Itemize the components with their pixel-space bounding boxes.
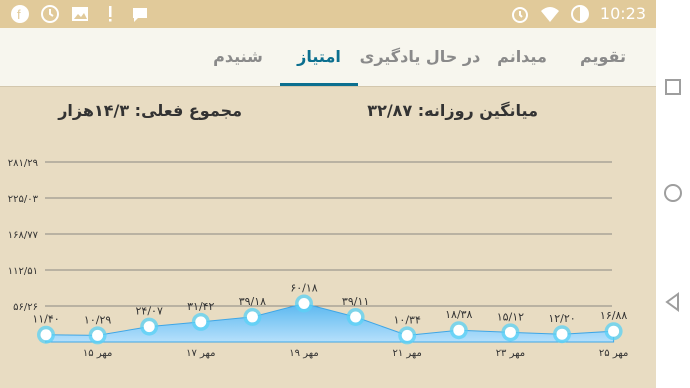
tab-know[interactable]: میدانم xyxy=(482,28,562,86)
data-label: ۱۵/۱۲ xyxy=(497,310,524,323)
navigation-bar xyxy=(656,0,690,388)
y-tick-label: ۵۶/۲۶ xyxy=(13,302,38,313)
data-label: ۱۶/۸۸ xyxy=(600,309,627,322)
data-label: ۲۴/۰۷ xyxy=(136,305,163,318)
tab-label: امتیاز xyxy=(297,47,341,66)
data-point xyxy=(40,329,52,341)
data-label: ۱۸/۳۸ xyxy=(445,308,472,321)
y-tick-label: ۲۸۱/۲۹ xyxy=(8,158,38,169)
x-tick-label: ۱۵ مهر xyxy=(83,348,112,359)
score-area xyxy=(45,302,615,343)
status-bar: f 10:23 xyxy=(0,0,656,28)
facebook-icon: f xyxy=(11,5,29,23)
y-tick-label: ۱۶۸/۷۷ xyxy=(8,230,39,241)
tab-calendar[interactable]: تقویم xyxy=(560,28,646,86)
tab-label: میدانم xyxy=(497,47,547,66)
data-point xyxy=(504,326,516,338)
image-icon xyxy=(72,7,88,21)
y-tick-label: ۱۱۲/۵۱ xyxy=(8,266,38,277)
data-label: ۳۹/۱۱ xyxy=(342,295,369,308)
data-label: ۳۹/۱۸ xyxy=(239,295,266,308)
tab-label: تقویم xyxy=(579,47,627,66)
data-label: ۱۲/۲۰ xyxy=(548,312,575,325)
tab-label: در حال یادگیری xyxy=(359,47,481,66)
tab-bar: تقویم میدانم در حال یادگیری امتیاز شنیدم xyxy=(0,28,656,87)
data-point xyxy=(350,311,362,323)
tab-label: شنیدم xyxy=(213,47,263,66)
data-point xyxy=(195,316,207,328)
tab-score[interactable]: امتیاز xyxy=(280,28,358,86)
x-tick-label: ۱۹ مهر xyxy=(289,348,318,359)
wifi-icon xyxy=(540,7,559,22)
y-tick-label: ۲۲۵/۰۳ xyxy=(8,194,39,205)
status-bar-right-icons: 10:23 xyxy=(510,4,646,24)
back-icon[interactable] xyxy=(663,292,683,312)
alarm-icon xyxy=(511,7,528,23)
x-tick-label: ۲۱ مهر xyxy=(392,348,421,359)
status-bar-left-icons: f xyxy=(10,4,150,24)
svg-text:f: f xyxy=(17,7,21,22)
tab-learning[interactable]: در حال یادگیری xyxy=(358,28,482,86)
x-tick-label: ۲۳ مهر xyxy=(496,348,525,359)
data-label: ۶۰/۱۸ xyxy=(290,281,317,294)
data-label: ۳۱/۴۲ xyxy=(187,300,214,313)
data-point xyxy=(92,329,104,341)
active-tab-indicator xyxy=(280,83,358,86)
data-label: ۱۰/۳۴ xyxy=(394,313,421,326)
data-point xyxy=(608,325,620,337)
clock-icon xyxy=(41,5,59,23)
data-point xyxy=(298,297,310,309)
x-tick-label: ۱۷ مهر xyxy=(186,348,215,359)
data-point xyxy=(401,329,413,341)
chat-icon xyxy=(133,8,147,22)
data-point xyxy=(453,324,465,336)
battery-icon xyxy=(570,5,589,23)
recent-apps-icon[interactable] xyxy=(663,77,683,97)
score-chart: ۲۸۱/۲۹ ۲۲۵/۰۳ ۱۶۸/۷۷ ۱۱۲/۵۱ ۵۶/۲۶ ۱۵ مهر ۱۷ مه… xyxy=(8,158,629,359)
data-point xyxy=(143,321,155,333)
data-label: ۱۱/۴۰ xyxy=(32,313,59,326)
data-label: ۱۰/۲۹ xyxy=(84,313,111,326)
tab-heard[interactable]: شنیدم xyxy=(196,28,280,86)
data-point xyxy=(246,311,258,323)
status-time: 10:23 xyxy=(599,4,646,23)
exclamation-icon xyxy=(109,6,112,22)
data-point xyxy=(556,328,568,340)
x-tick-label: ۲۵ مهر xyxy=(599,348,628,359)
home-icon[interactable] xyxy=(663,183,683,203)
